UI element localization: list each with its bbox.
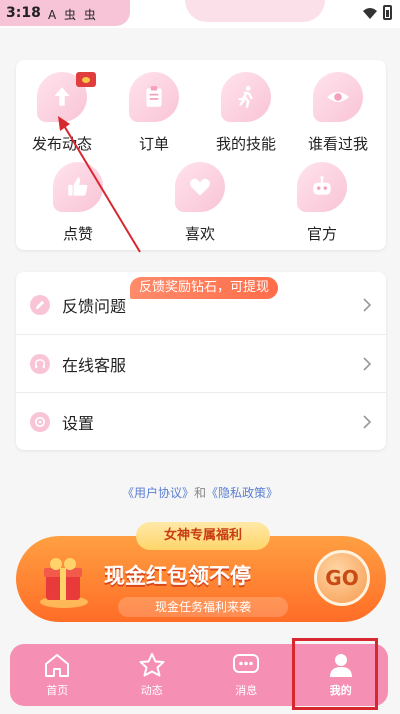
battery-icon bbox=[383, 5, 392, 20]
privacy-policy-link[interactable]: 《隐私政策》 bbox=[206, 486, 278, 500]
grid-item-label: 谁看过我 bbox=[307, 135, 368, 153]
nav-home[interactable]: 首页 bbox=[10, 644, 105, 706]
eye-icon bbox=[313, 72, 363, 122]
home-icon bbox=[45, 654, 70, 677]
gear-icon bbox=[30, 411, 50, 432]
edit-icon bbox=[30, 295, 50, 315]
grid-item-label: 我的技能 bbox=[215, 135, 276, 153]
status-time: 3:18 bbox=[6, 5, 41, 21]
status-notification-icons: A 虫 虫 bbox=[48, 8, 98, 22]
grid-item-official[interactable]: 官方 bbox=[277, 162, 367, 244]
wifi-icon bbox=[363, 7, 377, 19]
promo-go-button[interactable]: GO bbox=[314, 550, 370, 606]
grid-item-visitors[interactable]: 谁看过我 bbox=[293, 72, 383, 154]
nav-label: 消息 bbox=[235, 684, 258, 697]
promo-tab-label: 女神专属福利 bbox=[136, 522, 270, 550]
agreement-connector: 和 bbox=[193, 486, 206, 500]
user-agreement-link[interactable]: 《用户协议》 bbox=[122, 486, 194, 500]
menu-item-label: 设置 bbox=[62, 413, 95, 433]
menu-item-settings[interactable]: 设置 bbox=[16, 392, 386, 450]
chevron-right-icon bbox=[363, 356, 372, 371]
menu-item-customer-service[interactable]: 在线客服 bbox=[16, 334, 386, 392]
gift-box-icon bbox=[40, 558, 88, 608]
header-decoration-right bbox=[185, 0, 325, 22]
nav-label: 动态 bbox=[140, 684, 163, 697]
grid-item-favorites[interactable]: 喜欢 bbox=[155, 162, 245, 244]
grid-item-my-skills[interactable]: 我的技能 bbox=[201, 72, 291, 154]
status-right-icons bbox=[363, 5, 392, 20]
promo-title: 现金红包领不停 bbox=[104, 564, 251, 588]
grid-item-orders[interactable]: 订单 bbox=[109, 72, 199, 154]
grid-item-label: 订单 bbox=[138, 135, 169, 153]
heart-hands-icon bbox=[175, 162, 225, 212]
nav-moments[interactable]: 动态 bbox=[105, 644, 200, 706]
grid-item-label: 喜欢 bbox=[184, 225, 215, 243]
nav-messages[interactable]: 消息 bbox=[199, 644, 294, 706]
chevron-right-icon bbox=[363, 414, 372, 429]
grid-item-label: 点赞 bbox=[62, 225, 93, 243]
promo-subtitle: 现金任务福利来袭 bbox=[118, 597, 288, 617]
robot-icon bbox=[297, 162, 347, 212]
clipboard-icon bbox=[129, 72, 179, 122]
headset-icon bbox=[30, 353, 50, 374]
menu-item-label: 在线客服 bbox=[62, 355, 127, 375]
thumbs-up-icon bbox=[53, 162, 103, 212]
grid-item-label: 官方 bbox=[306, 225, 337, 243]
chevron-right-icon bbox=[363, 298, 372, 312]
agreement-links: 《用户协议》和《隐私政策》 bbox=[0, 484, 400, 501]
nav-label: 首页 bbox=[46, 684, 69, 697]
grid-item-likes[interactable]: 点赞 bbox=[33, 162, 123, 244]
running-person-icon bbox=[221, 72, 271, 122]
star-icon bbox=[139, 653, 165, 677]
status-bar: 3:18 A 虫 虫 bbox=[0, 0, 400, 28]
chat-bubble-icon bbox=[233, 654, 260, 673]
highlight-box bbox=[292, 638, 378, 710]
grid-item-label: 发布动态 bbox=[31, 135, 92, 153]
feedback-reward-badge: 反馈奖励钻石，可提现 bbox=[130, 277, 279, 299]
red-envelope-icon bbox=[76, 72, 96, 87]
